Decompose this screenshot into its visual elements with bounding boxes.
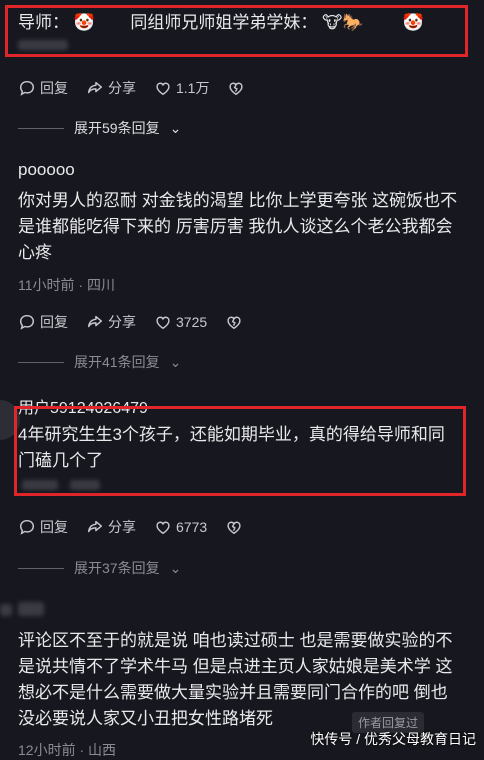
like-count: 6773 [176,519,208,535]
broken-heart-icon [227,521,241,535]
heart-icon [156,82,170,96]
clown-emoji-2: 🤡 [402,13,425,32]
expand-replies-3[interactable]: 展开37条回复 ⌄ [18,558,181,578]
chevron-down-icon: ⌄ [169,559,182,576]
watermark: 快传号 / 优秀父母教育日记 [310,731,476,747]
share-icon [87,81,103,94]
blurred-username [18,602,44,616]
blurred-meta [22,480,58,490]
like-button[interactable]: 6773 [154,518,207,536]
top-comment-line: 导师： 🤡 同组师兄师姐学弟学妹： 🐮🐎 🤡 [18,10,424,36]
peers-label: 同组师兄师姐学弟学妹： [130,13,318,32]
blurred-avatar [0,604,12,616]
dislike-button[interactable] [225,518,243,536]
username[interactable]: pooooo [18,160,75,180]
like-count: 3725 [176,314,208,330]
share-label: 分享 [108,80,136,96]
action-bar-2: 回复 分享 3725 [18,312,243,332]
broken-heart-icon [227,316,241,330]
reply-button[interactable]: 回复 [18,78,68,98]
reply-icon [19,314,35,330]
reply-button[interactable]: 回复 [18,517,68,537]
clown-emoji: 🤡 [73,13,95,32]
broken-heart-icon [229,82,244,96]
divider-line [18,127,64,129]
share-label: 分享 [108,314,136,330]
reply-label: 回复 [40,80,68,96]
heart-icon [156,521,170,535]
reply-label: 回复 [40,314,68,330]
expand-label: 展开41条回复 [74,354,160,370]
like-count: 1.1万 [176,80,210,96]
blurred-meta [70,480,100,490]
action-bar-1: 回复 分享 1.1万 [18,78,245,98]
dislike-button[interactable] [227,79,245,97]
comment-meta: 12小时前 · 山西 [18,742,117,758]
cow-horse-emoji: 🐮🐎 [322,13,364,32]
expand-replies-2[interactable]: 展开41条回复 ⌄ [18,352,181,372]
share-button[interactable]: 分享 [86,78,136,98]
share-button[interactable]: 分享 [86,517,136,537]
reply-icon [19,519,35,535]
like-button[interactable]: 3725 [154,313,207,331]
expand-label: 展开37条回复 [74,560,160,576]
divider-line [18,567,64,569]
like-button[interactable]: 1.1万 [154,78,209,98]
share-button[interactable]: 分享 [86,312,136,332]
blurred-meta [18,40,68,50]
share-icon [87,315,103,328]
advisor-label: 导师： [18,13,69,32]
action-bar-3: 回复 分享 6773 [18,517,243,537]
divider-line [18,361,64,363]
expand-label: 展开59条回复 [74,120,160,136]
dislike-button[interactable] [225,313,243,331]
chevron-down-icon: ⌄ [169,353,182,370]
share-icon [87,520,103,533]
expand-replies-1[interactable]: 展开59条回复 ⌄ [18,118,181,138]
reply-label: 回复 [40,519,68,535]
comment-text: 4年研究生生3个孩子，还能如期毕业，真的得给导师和同门磕几个了 [18,425,445,470]
chevron-down-icon: ⌄ [169,119,182,136]
reply-icon [19,80,35,96]
heart-icon [156,316,170,330]
reply-button[interactable]: 回复 [18,312,68,332]
comment-meta: 11小时前 · 四川 [18,277,115,293]
share-label: 分享 [108,519,136,535]
comment-text: 你对男人的忍耐 对金钱的渴望 比你上学更夸张 这碗饭也不是谁都能吃得下来的 厉害… [18,191,458,262]
